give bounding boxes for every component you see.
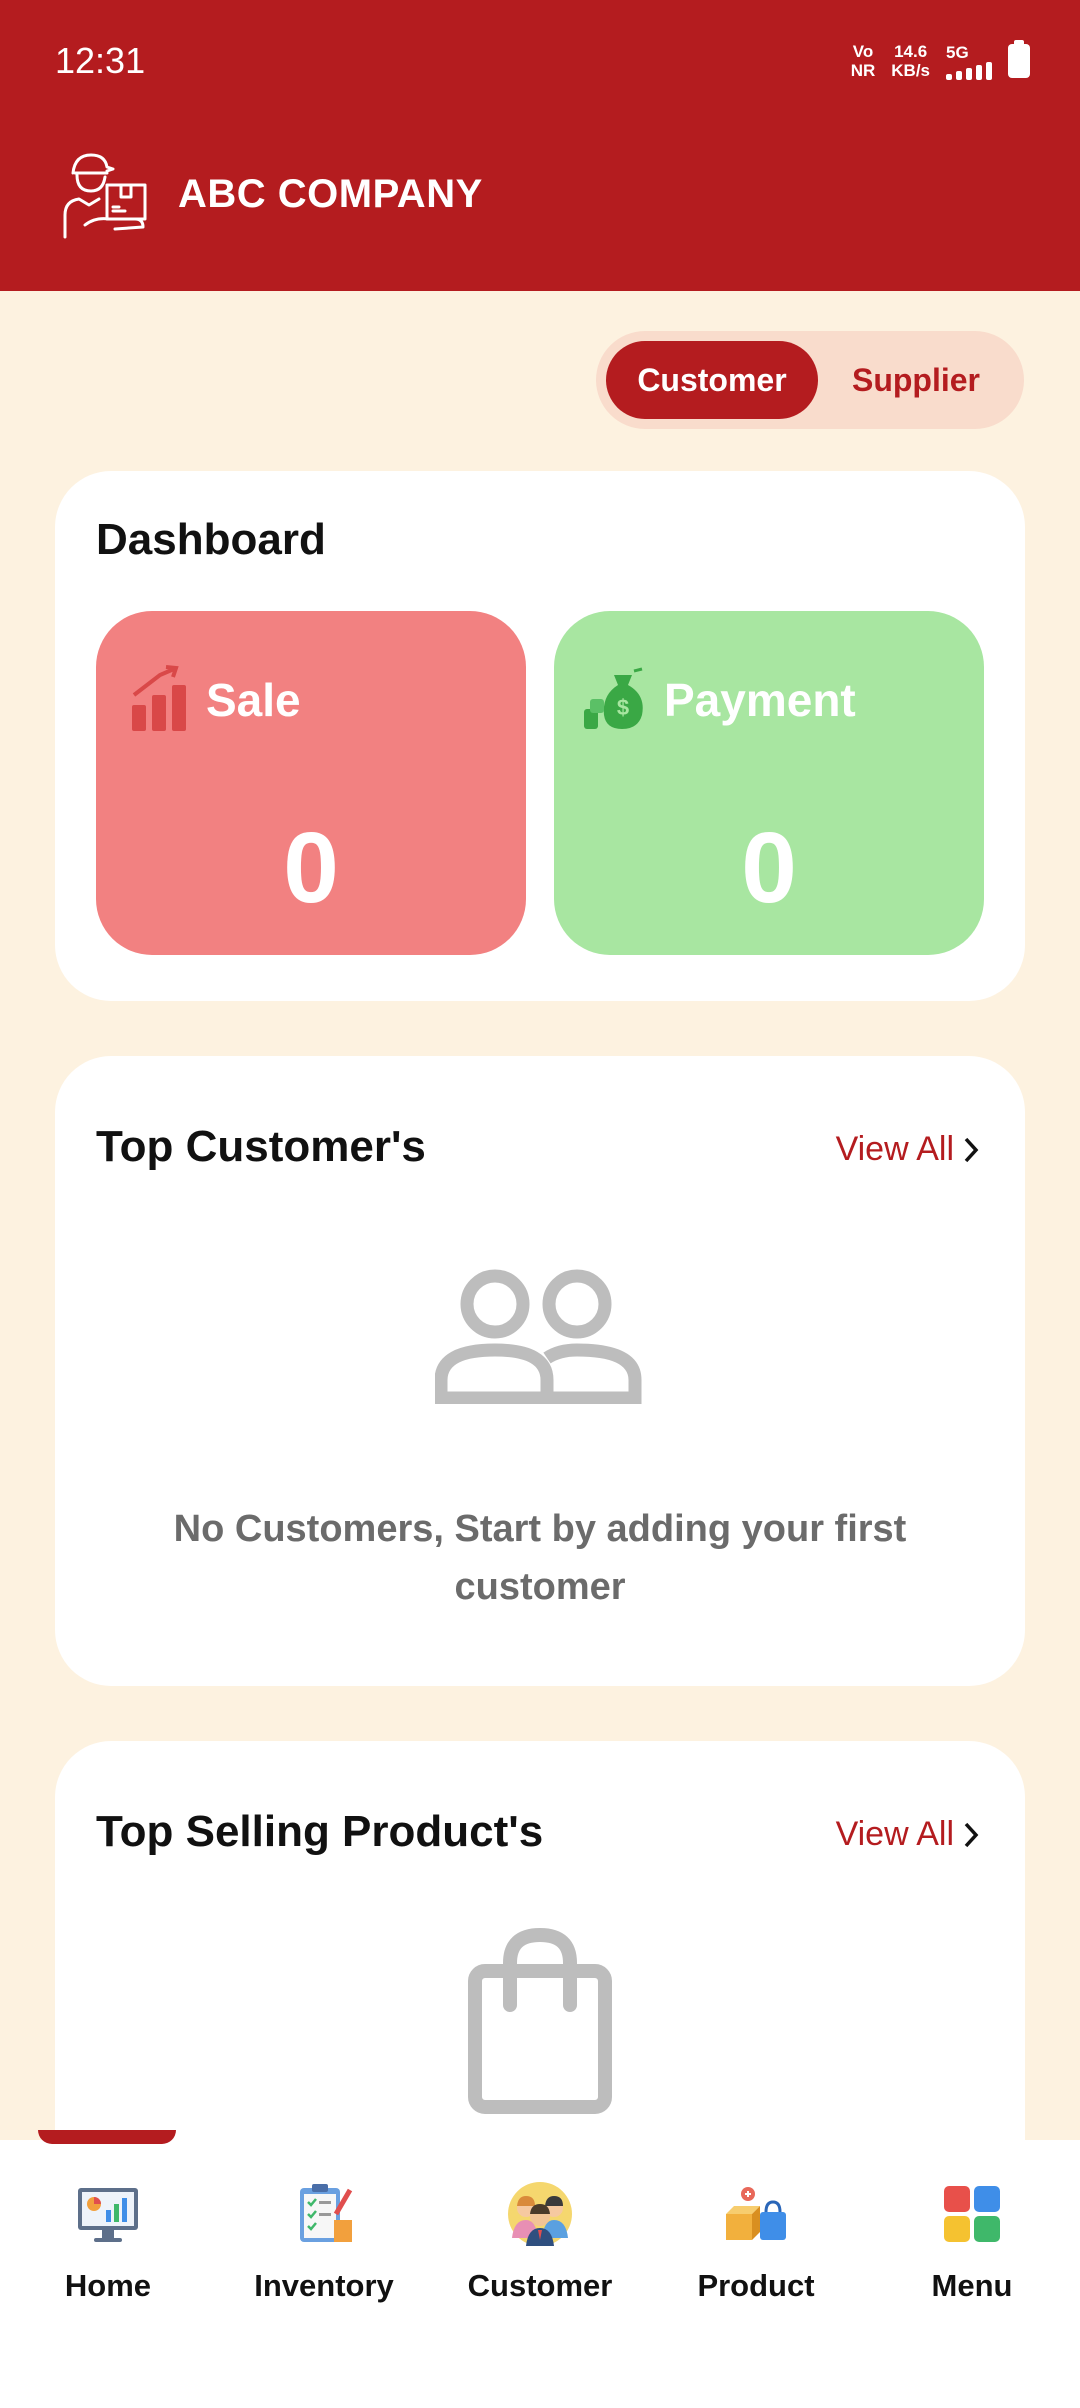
nav-inventory[interactable]: Inventory: [216, 2180, 432, 2304]
svg-text:$: $: [617, 695, 629, 720]
money-bag-icon: $: [584, 667, 643, 729]
nav-product[interactable]: Product: [648, 2180, 864, 2304]
bottom-navigation: Home Inventory Customer Product Menu: [0, 2140, 1080, 2408]
nav-home[interactable]: Home: [0, 2180, 216, 2304]
sale-label: Sale: [206, 674, 301, 726]
volte-indicator: Vo NR: [850, 42, 876, 80]
battery-icon: [1008, 40, 1030, 78]
payment-value: 0: [741, 812, 797, 924]
home-monitor-icon: [78, 2188, 138, 2242]
top-customers-card: Top Customer's View All No Customers, St…: [55, 1056, 1025, 1686]
nav-menu[interactable]: Menu: [864, 2180, 1080, 2304]
dashboard-title: Dashboard: [96, 515, 326, 564]
sale-tile[interactable]: Sale 0: [96, 611, 526, 955]
company-name: ABC COMPANY: [178, 172, 483, 216]
chevron-right-icon: [964, 1137, 979, 1162]
sale-value: 0: [283, 812, 339, 924]
signal-strength-icon: 5G: [946, 43, 992, 80]
no-customers-message: No Customers, Start by adding your first…: [173, 1508, 907, 1608]
grid-menu-icon: [944, 2186, 1000, 2242]
shopping-bag-icon: [468, 1928, 612, 2114]
active-nav-indicator: [38, 2130, 176, 2144]
status-time: 12:31: [55, 40, 146, 81]
app-header: 12:31 Vo NR 14.6 KB/s 5G ABC COMPANY: [0, 0, 1080, 291]
top-products-view-all[interactable]: View All: [836, 1815, 980, 1854]
bar-chart-up-icon: [132, 665, 186, 731]
nav-customer-label: Customer: [467, 2268, 613, 2303]
status-bar-right: Vo NR 14.6 KB/s 5G: [850, 40, 1030, 80]
top-customers-title: Top Customer's: [96, 1122, 426, 1171]
chevron-right-icon: [964, 1822, 979, 1847]
network-speed: 14.6 KB/s: [891, 42, 930, 80]
top-products-title: Top Selling Product's: [96, 1807, 544, 1856]
nav-inventory-label: Inventory: [254, 2268, 394, 2303]
payment-tile[interactable]: $ Payment 0: [554, 611, 984, 955]
payment-label: Payment: [664, 674, 856, 726]
nav-customer[interactable]: Customer: [432, 2180, 648, 2304]
dashboard-card: Dashboard Sale 0 $ Payment 0: [55, 471, 1025, 1001]
nav-product-label: Product: [697, 2268, 815, 2303]
nav-home-label: Home: [64, 2268, 152, 2303]
supplier-tab[interactable]: Supplier: [818, 341, 1014, 419]
people-group-icon: [508, 2182, 572, 2246]
customer-supplier-toggle: Customer Supplier: [596, 331, 1024, 429]
customer-tab[interactable]: Customer: [606, 341, 818, 419]
users-icon: [435, 1269, 642, 1404]
nav-menu-label: Menu: [931, 2268, 1013, 2303]
clipboard-checklist-icon: [300, 2184, 353, 2242]
top-customers-view-all[interactable]: View All: [836, 1130, 980, 1169]
delivery-person-icon: [63, 153, 147, 239]
box-bag-icon: [726, 2187, 786, 2240]
